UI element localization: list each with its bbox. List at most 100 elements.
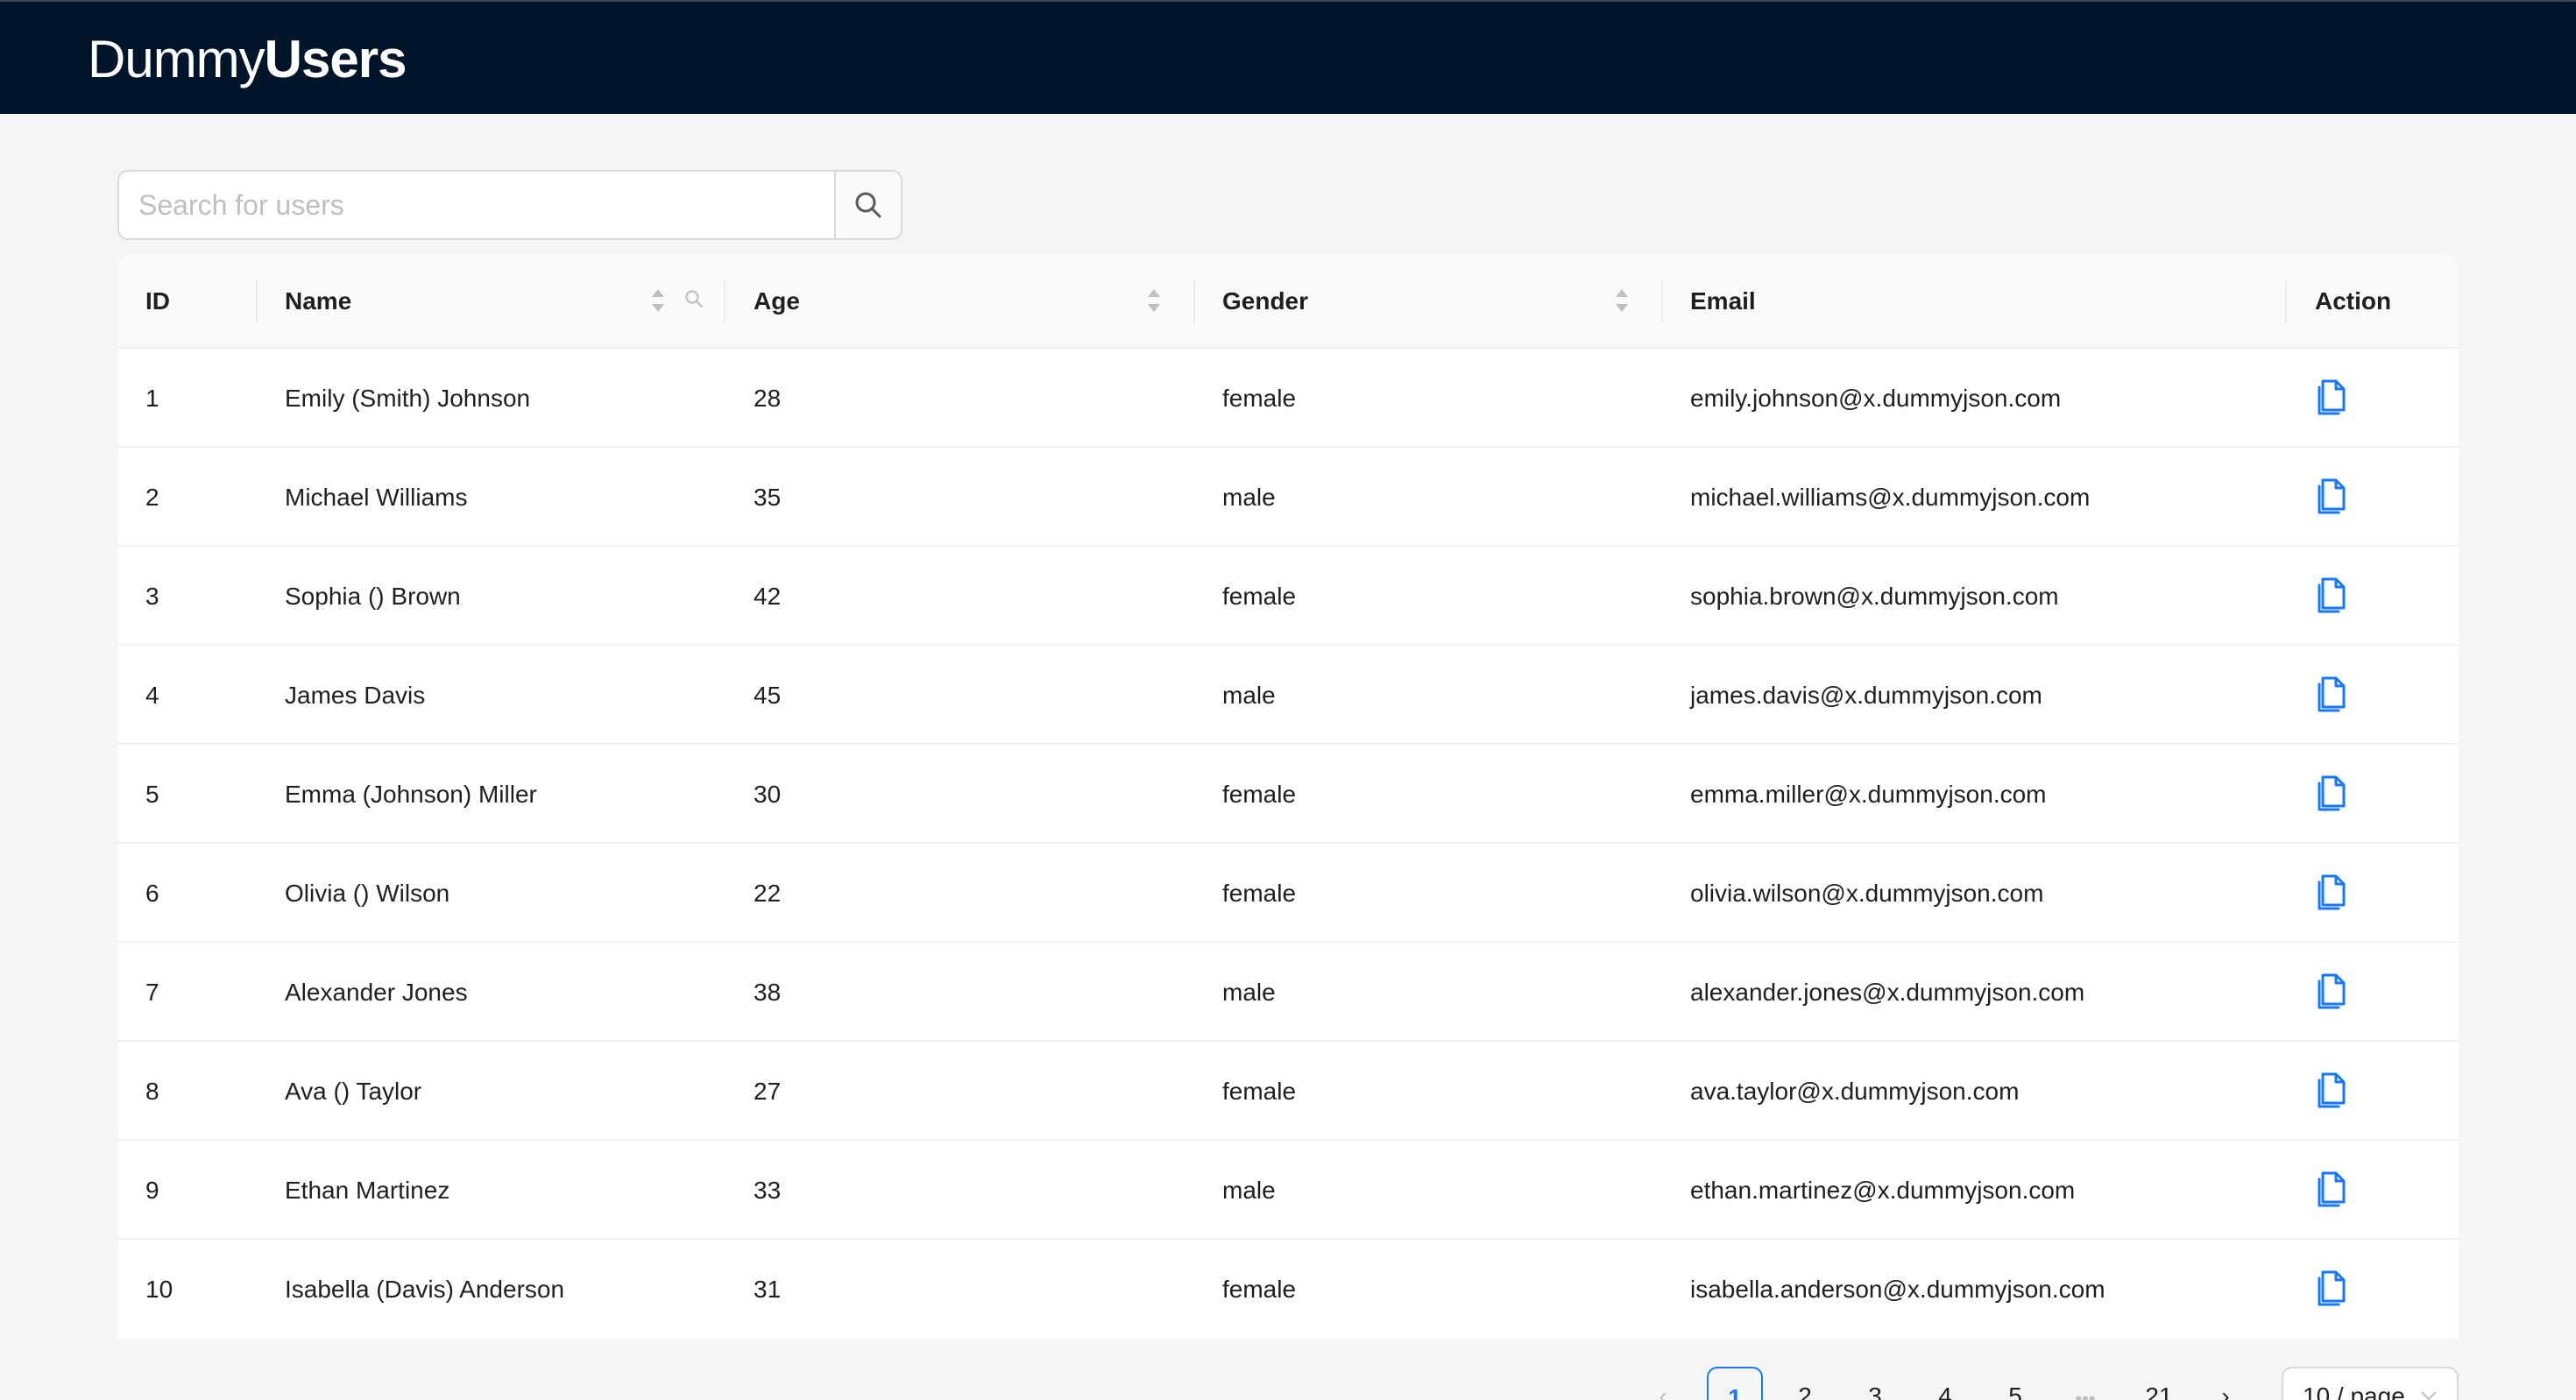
column-divider xyxy=(256,280,258,322)
file-copy-icon[interactable] xyxy=(2315,1070,2350,1108)
cell-email: ethan.martinez@x.dummyjson.com xyxy=(1690,1176,2076,1204)
logo-bold-text: Users xyxy=(264,30,407,88)
page-last-button[interactable]: 21 xyxy=(2138,1367,2180,1400)
cell-name: Isabella (Davis) Anderson xyxy=(285,1275,565,1303)
cell-name: Michael Williams xyxy=(285,483,468,511)
cell-name: Sophia () Brown xyxy=(285,582,461,610)
file-copy-icon[interactable] xyxy=(2315,872,2350,910)
table-row: 3 Sophia () Brown 42 female sophia.brown@x.d… xyxy=(117,547,2459,646)
cell-age: 33 xyxy=(754,1176,782,1204)
column-header-email: Email xyxy=(1690,287,1756,315)
cell-gender: female xyxy=(1222,1275,1297,1303)
file-copy-icon[interactable] xyxy=(2315,1169,2350,1207)
app-logo[interactable]: DummyUsers xyxy=(88,28,407,91)
column-divider xyxy=(1193,280,1195,322)
cell-gender: male xyxy=(1222,1176,1276,1204)
cell-age: 42 xyxy=(754,582,782,610)
cell-name: Emily (Smith) Johnson xyxy=(285,384,531,412)
column-divider xyxy=(1661,280,1663,322)
column-divider xyxy=(724,280,725,322)
file-copy-icon[interactable] xyxy=(2315,476,2350,514)
cell-gender: female xyxy=(1222,384,1297,412)
table-row: 6 Olivia () Wilson 22 female olivia.wilson@x… xyxy=(117,844,2459,943)
cell-email: ava.taylor@x.dummyjson.com xyxy=(1690,1077,2020,1105)
page-size-select[interactable]: 10 / page xyxy=(2282,1367,2459,1400)
column-header-action: Action xyxy=(2315,287,2392,315)
more-pages-ellipsis[interactable]: ••• xyxy=(2063,1367,2108,1400)
cell-name: Ava () Taylor xyxy=(285,1077,422,1105)
cell-gender: male xyxy=(1222,978,1276,1006)
cell-id: 9 xyxy=(145,1176,159,1204)
cell-gender: male xyxy=(1222,681,1276,709)
column-search-icon[interactable] xyxy=(683,288,704,309)
table-row: 5 Emma (Johnson) Miller 30 female emma.mille… xyxy=(117,745,2459,844)
cell-age: 35 xyxy=(754,483,782,511)
cell-age: 22 xyxy=(754,879,782,907)
cell-age: 45 xyxy=(754,681,782,709)
chevron-down-icon xyxy=(2421,1391,2437,1400)
table-row: 1 Emily (Smith) Johnson 28 female emily.john… xyxy=(117,349,2459,448)
cell-name: Olivia () Wilson xyxy=(285,879,450,907)
page-4-button[interactable]: 4 xyxy=(1928,1367,1963,1400)
cell-email: sophia.brown@x.dummyjson.com xyxy=(1690,582,2059,610)
table-header: ID Name Age Gender Email Action xyxy=(117,254,2459,349)
cell-name: Emma (Johnson) Miller xyxy=(285,780,537,808)
cell-age: 30 xyxy=(754,780,782,808)
logo-light-text: Dummy xyxy=(88,30,265,88)
cell-id: 1 xyxy=(145,384,159,412)
file-copy-icon[interactable] xyxy=(2315,674,2350,712)
page-5-button[interactable]: 5 xyxy=(1998,1367,2033,1400)
cell-gender: female xyxy=(1222,1077,1297,1105)
cell-age: 31 xyxy=(754,1275,782,1303)
page-size-value: 10 / page xyxy=(2303,1382,2405,1400)
cell-id: 4 xyxy=(145,681,159,709)
users-table: ID Name Age Gender Email Action 1 Emily (… xyxy=(117,254,2459,1339)
cell-gender: female xyxy=(1222,879,1297,907)
file-copy-icon[interactable] xyxy=(2315,377,2350,415)
cell-email: emily.johnson@x.dummyjson.com xyxy=(1690,384,2062,412)
table-row: 9 Ethan Martinez 33 male ethan.martinez@x.du… xyxy=(117,1141,2459,1240)
table-body: 1 Emily (Smith) Johnson 28 female emily.john… xyxy=(117,349,2459,1339)
cell-id: 7 xyxy=(145,978,159,1006)
cell-name: James Davis xyxy=(285,681,426,709)
search-bar xyxy=(117,170,902,240)
cell-id: 8 xyxy=(145,1077,159,1105)
column-header-name[interactable]: Name xyxy=(285,254,351,349)
column-header-age[interactable]: Age xyxy=(754,254,800,349)
sort-icon[interactable] xyxy=(1614,287,1630,314)
page-1-button[interactable]: 1 xyxy=(1707,1367,1763,1400)
table-row: 2 Michael Williams 35 male michael.williams@… xyxy=(117,448,2459,547)
search-icon xyxy=(855,192,881,218)
page-3-button[interactable]: 3 xyxy=(1858,1367,1893,1400)
cell-gender: female xyxy=(1222,780,1297,808)
file-copy-icon[interactable] xyxy=(2315,1268,2350,1306)
file-copy-icon[interactable] xyxy=(2315,971,2350,1009)
sort-icon[interactable] xyxy=(650,287,666,314)
cell-age: 28 xyxy=(754,384,782,412)
cell-email: emma.miller@x.dummyjson.com xyxy=(1690,780,2047,808)
column-header-id: ID xyxy=(145,287,170,315)
cell-gender: female xyxy=(1222,582,1297,610)
cell-id: 6 xyxy=(145,879,159,907)
next-page-button[interactable]: › xyxy=(2208,1367,2243,1400)
table-row: 10 Isabella (Davis) Anderson 31 female isabe… xyxy=(117,1240,2459,1339)
app-header: DummyUsers xyxy=(0,0,2576,114)
file-copy-icon[interactable] xyxy=(2315,575,2350,613)
cell-gender: male xyxy=(1222,483,1276,511)
cell-id: 10 xyxy=(145,1275,173,1303)
table-row: 8 Ava () Taylor 27 female ava.taylor@x.dummy… xyxy=(117,1042,2459,1141)
cell-email: michael.williams@x.dummyjson.com xyxy=(1690,483,2091,511)
cell-name: Ethan Martinez xyxy=(285,1176,450,1204)
sort-icon[interactable] xyxy=(1146,287,1162,314)
column-divider xyxy=(2285,280,2287,322)
file-copy-icon[interactable] xyxy=(2315,773,2350,811)
prev-page-button[interactable]: ‹ xyxy=(1645,1367,1681,1400)
page-2-button[interactable]: 2 xyxy=(1787,1367,1822,1400)
search-button[interactable] xyxy=(834,170,902,240)
cell-id: 3 xyxy=(145,582,159,610)
table-row: 4 James Davis 45 male james.davis@x.dummyjso… xyxy=(117,646,2459,745)
column-header-gender[interactable]: Gender xyxy=(1222,254,1308,349)
pagination: ‹ 1 2 3 4 5 ••• 21 › 10 / page xyxy=(0,1367,2576,1400)
cell-name: Alexander Jones xyxy=(285,978,468,1006)
search-input[interactable] xyxy=(117,170,834,240)
